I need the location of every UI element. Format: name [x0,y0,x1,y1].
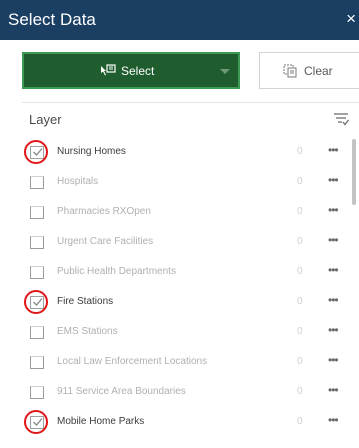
layer-checkbox[interactable] [30,356,44,369]
layer-row[interactable]: Pharmacies RXOpen 0 ••• [0,198,350,228]
layer-count: 0 [297,326,303,337]
select-button[interactable]: Select [22,52,240,89]
select-button-label: Select [121,64,155,78]
layer-row[interactable]: Nursing Homes 0 ••• [0,138,350,168]
layer-checkbox[interactable] [30,326,44,339]
more-options-icon[interactable]: ••• [328,324,339,336]
more-options-icon[interactable]: ••• [328,144,339,156]
layer-name: Fire Stations [57,296,114,307]
layer-checkbox[interactable] [30,266,44,279]
clear-button[interactable]: Clear [259,52,359,89]
more-options-icon[interactable]: ••• [328,294,339,306]
layer-row[interactable]: Local Law Enforcement Locations 0 ••• [0,348,350,378]
clear-button-label: Clear [304,64,333,78]
layer-count: 0 [297,386,303,397]
layer-row[interactable]: Urgent Care Facilities 0 ••• [0,228,350,258]
more-options-icon[interactable]: ••• [328,414,339,426]
highlight-ring [24,290,48,314]
layer-count: 0 [297,206,303,217]
select-icon [101,64,116,76]
layer-row[interactable]: EMS Stations 0 ••• [0,318,350,348]
layer-checkbox[interactable] [30,386,44,399]
more-options-icon[interactable]: ••• [328,264,339,276]
panel-title: Select Data [8,10,96,29]
more-options-icon[interactable]: ••• [328,204,339,216]
layer-name: Nursing Homes [57,146,126,157]
filter-icon[interactable] [333,111,349,127]
more-options-icon[interactable]: ••• [328,174,339,186]
highlight-ring [24,410,48,434]
layer-count: 0 [297,356,303,367]
layer-count: 0 [297,296,303,307]
more-options-icon[interactable]: ••• [328,234,339,246]
layer-checkbox[interactable] [30,176,44,189]
clear-selection-icon [283,64,297,78]
highlight-ring [24,140,48,164]
scrollbar-thumb[interactable] [352,139,356,205]
layer-row[interactable]: Hospitals 0 ••• [0,168,350,198]
layer-count: 0 [297,416,303,427]
layer-name: 911 Service Area Boundaries [57,386,186,397]
chevron-down-icon[interactable] [220,69,230,74]
layer-row[interactable]: Public Health Departments 0 ••• [0,258,350,288]
more-options-icon[interactable]: ••• [328,354,339,366]
layer-row[interactable]: 911 Service Area Boundaries 0 ••• [0,378,350,408]
layer-count: 0 [297,236,303,247]
layer-row[interactable]: Fire Stations 0 ••• [0,288,350,318]
more-options-icon[interactable]: ••• [328,384,339,396]
layer-name: Local Law Enforcement Locations [57,356,208,367]
layer-name: Urgent Care Facilities [57,236,154,247]
layer-column-header: Layer [29,112,62,127]
divider [22,102,359,103]
layer-name: Hospitals [57,176,99,187]
layer-row[interactable]: Mobile Home Parks 0 ••• [0,408,350,438]
layer-checkbox[interactable] [30,236,44,249]
layer-count: 0 [297,176,303,187]
close-icon[interactable]: × [346,10,356,28]
layer-name: EMS Stations [57,326,118,337]
layer-name: Mobile Home Parks [57,416,145,427]
layer-count: 0 [297,146,303,157]
layer-count: 0 [297,266,303,277]
layer-checkbox[interactable] [30,206,44,219]
layer-name: Public Health Departments [57,266,176,277]
panel-header: Select Data × [0,0,359,40]
layer-name: Pharmacies RXOpen [57,206,151,217]
